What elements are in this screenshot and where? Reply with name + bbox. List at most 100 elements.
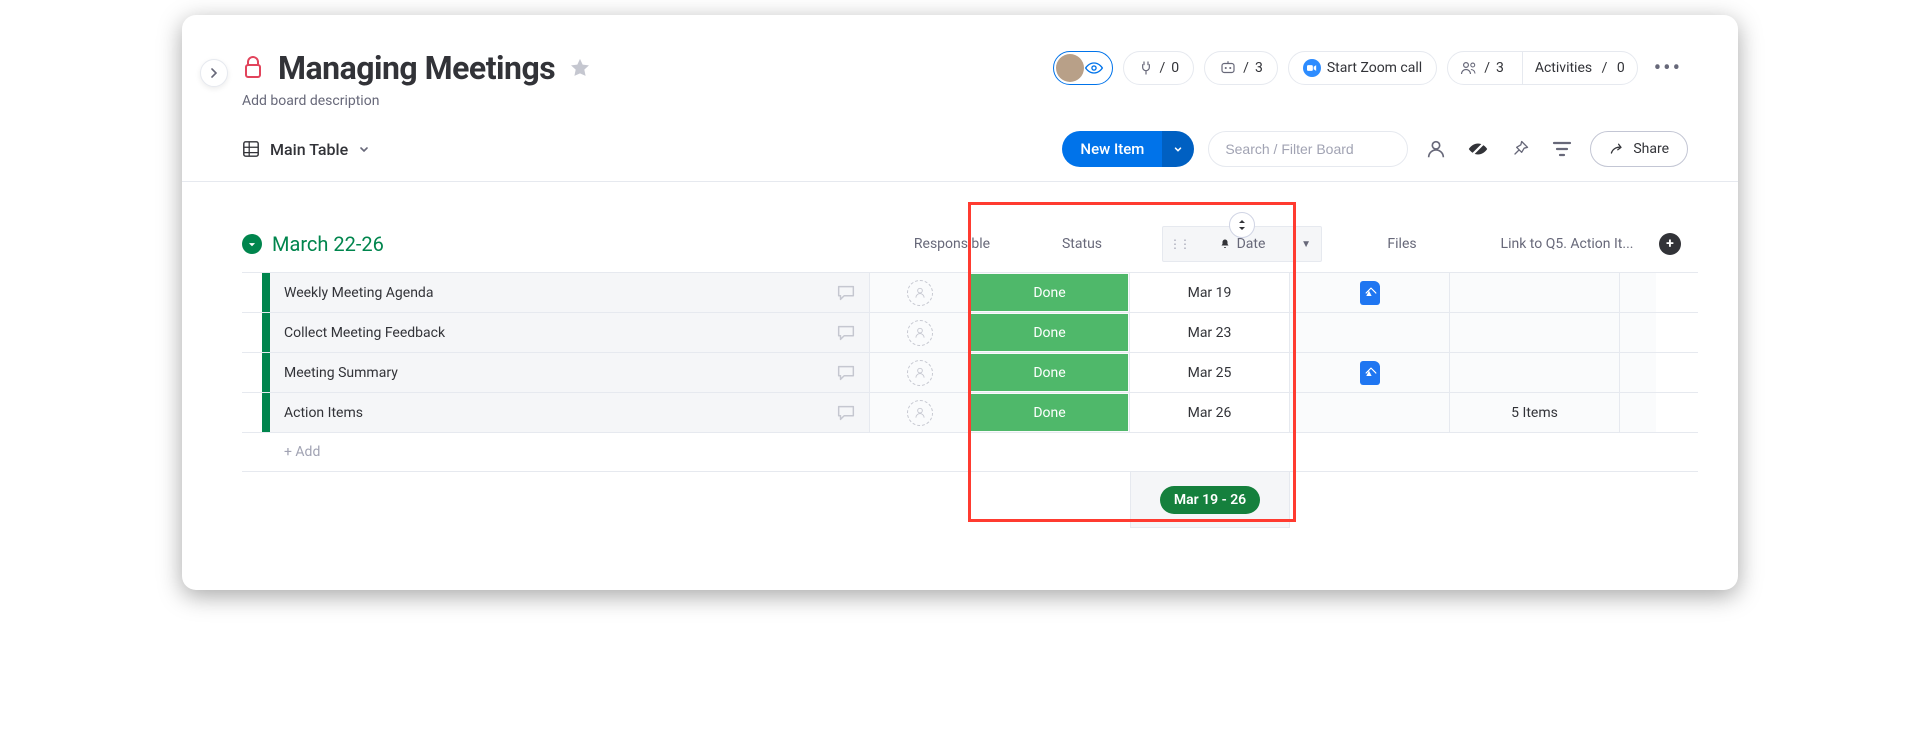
files-cell[interactable] [1290, 313, 1450, 352]
board-title[interactable]: Managing Meetings [278, 49, 555, 87]
rows-container: Weekly Meeting Agenda Done Mar 19 Collec… [242, 272, 1698, 432]
viewers-pill[interactable] [1053, 51, 1113, 85]
row-name-cell[interactable]: Weekly Meeting Agenda [270, 273, 870, 312]
files-cell[interactable] [1290, 393, 1450, 432]
table-row[interactable]: Meeting Summary Done Mar 25 [242, 352, 1698, 392]
chevron-down-icon [247, 239, 257, 249]
plug-icon [1138, 60, 1154, 76]
bell-icon [1219, 238, 1231, 250]
eye-icon [1084, 58, 1104, 78]
empty-add-cell [1620, 393, 1656, 432]
status-cell[interactable]: Done [970, 313, 1130, 352]
new-item-dropdown[interactable] [1162, 131, 1194, 167]
status-cell[interactable]: Done [970, 273, 1130, 312]
status-cell[interactable]: Done [970, 393, 1130, 432]
group-collapse-toggle[interactable] [242, 234, 262, 254]
chevron-down-icon [1173, 144, 1183, 154]
person-filter-button[interactable] [1422, 135, 1450, 163]
automations-count: 3 [1255, 60, 1263, 76]
responsible-cell[interactable] [870, 313, 970, 352]
person-icon [1425, 138, 1447, 160]
robot-icon [1219, 60, 1237, 76]
table-row[interactable]: Collect Meeting Feedback Done Mar 23 [242, 312, 1698, 352]
conversation-icon[interactable] [835, 362, 857, 384]
conversation-icon[interactable] [835, 402, 857, 424]
column-header-link[interactable]: Link to Q5. Action It... [1482, 236, 1652, 252]
summary-row: Mar 19 - 26 [242, 472, 1698, 528]
group-title[interactable]: March 22-26 [272, 232, 384, 256]
search-input[interactable] [1208, 131, 1408, 167]
responsible-cell[interactable] [870, 393, 970, 432]
table-row[interactable]: Weekly Meeting Agenda Done Mar 19 [242, 272, 1698, 312]
chevron-right-icon [209, 68, 219, 78]
date-cell[interactable]: Mar 25 [1130, 353, 1290, 392]
table-row[interactable]: Action Items Done Mar 26 5 Items [242, 392, 1698, 432]
add-row[interactable]: + Add [242, 432, 1698, 472]
view-label: Main Table [270, 140, 348, 159]
board-description[interactable]: Add board description [182, 87, 1738, 109]
zoom-icon [1303, 59, 1321, 77]
link-cell[interactable]: 5 Items [1450, 393, 1620, 432]
column-header-responsible[interactable]: Responsible [902, 236, 1002, 252]
share-label: Share [1633, 141, 1669, 157]
zoom-button[interactable]: Start Zoom call [1288, 51, 1437, 85]
row-name-cell[interactable]: Action Items [270, 393, 870, 432]
status-chip: Done [971, 314, 1128, 351]
link-cell[interactable] [1450, 273, 1620, 312]
share-button[interactable]: Share [1590, 131, 1688, 167]
avatar [1056, 54, 1084, 82]
date-cell[interactable]: Mar 26 [1130, 393, 1290, 432]
column-header-date[interactable]: ⋮⋮ Date ▼ [1162, 226, 1322, 262]
new-item-label: New Item [1062, 131, 1162, 167]
chevron-down-icon[interactable]: ▼ [1301, 239, 1311, 250]
add-row-label: + Add [270, 444, 870, 460]
group-color-tab [262, 393, 270, 432]
empty-add-cell [1620, 313, 1656, 352]
link-cell[interactable] [1450, 353, 1620, 392]
star-icon[interactable] [569, 57, 591, 79]
status-chip: Done [971, 354, 1128, 391]
link-cell[interactable] [1450, 313, 1620, 352]
assignee-placeholder-icon [907, 400, 933, 426]
column-header-status[interactable]: Status [1002, 236, 1162, 252]
empty-add-cell [1620, 273, 1656, 312]
filter-button[interactable] [1548, 135, 1576, 163]
zoom-label: Start Zoom call [1327, 60, 1422, 76]
integrations-pill[interactable]: / 0 [1123, 51, 1195, 85]
files-cell[interactable] [1290, 353, 1450, 392]
group-color-tab [262, 353, 270, 392]
responsible-cell[interactable] [870, 353, 970, 392]
files-cell[interactable] [1290, 273, 1450, 312]
hide-columns-button[interactable] [1464, 135, 1492, 163]
pin-button[interactable] [1506, 135, 1534, 163]
item-name: Collect Meeting Feedback [284, 325, 445, 341]
members-activities-pill[interactable]: / 3 Activities / 0 [1447, 51, 1638, 85]
status-chip: Done [971, 274, 1128, 311]
filter-icon [1552, 140, 1572, 158]
conversation-icon[interactable] [835, 322, 857, 344]
responsible-cell[interactable] [870, 273, 970, 312]
date-cell[interactable]: Mar 23 [1130, 313, 1290, 352]
add-column-button[interactable]: + [1652, 233, 1688, 255]
automations-pill[interactable]: / 3 [1204, 51, 1278, 85]
status-chip: Done [971, 394, 1128, 431]
date-summary-cell: Mar 19 - 26 [1130, 472, 1290, 528]
row-name-cell[interactable]: Meeting Summary [270, 353, 870, 392]
eye-off-icon [1467, 138, 1489, 160]
row-name-cell[interactable]: Collect Meeting Feedback [270, 313, 870, 352]
group-color-tab [262, 313, 270, 352]
group-color-tab [262, 273, 270, 312]
file-icon [1360, 361, 1380, 385]
sort-indicator[interactable] [1229, 212, 1255, 238]
view-selector[interactable]: Main Table [242, 140, 370, 159]
item-name: Weekly Meeting Agenda [284, 285, 433, 301]
status-cell[interactable]: Done [970, 353, 1130, 392]
column-header-files[interactable]: Files [1322, 236, 1482, 252]
conversation-icon[interactable] [835, 282, 857, 304]
drag-handle-icon[interactable]: ⋮⋮ [1169, 237, 1189, 251]
new-item-button[interactable]: New Item [1062, 131, 1194, 167]
date-cell[interactable]: Mar 19 [1130, 273, 1290, 312]
expand-sidebar-button[interactable] [200, 59, 228, 87]
more-menu-button[interactable]: ••• [1648, 56, 1688, 81]
chevron-down-icon [358, 143, 370, 155]
